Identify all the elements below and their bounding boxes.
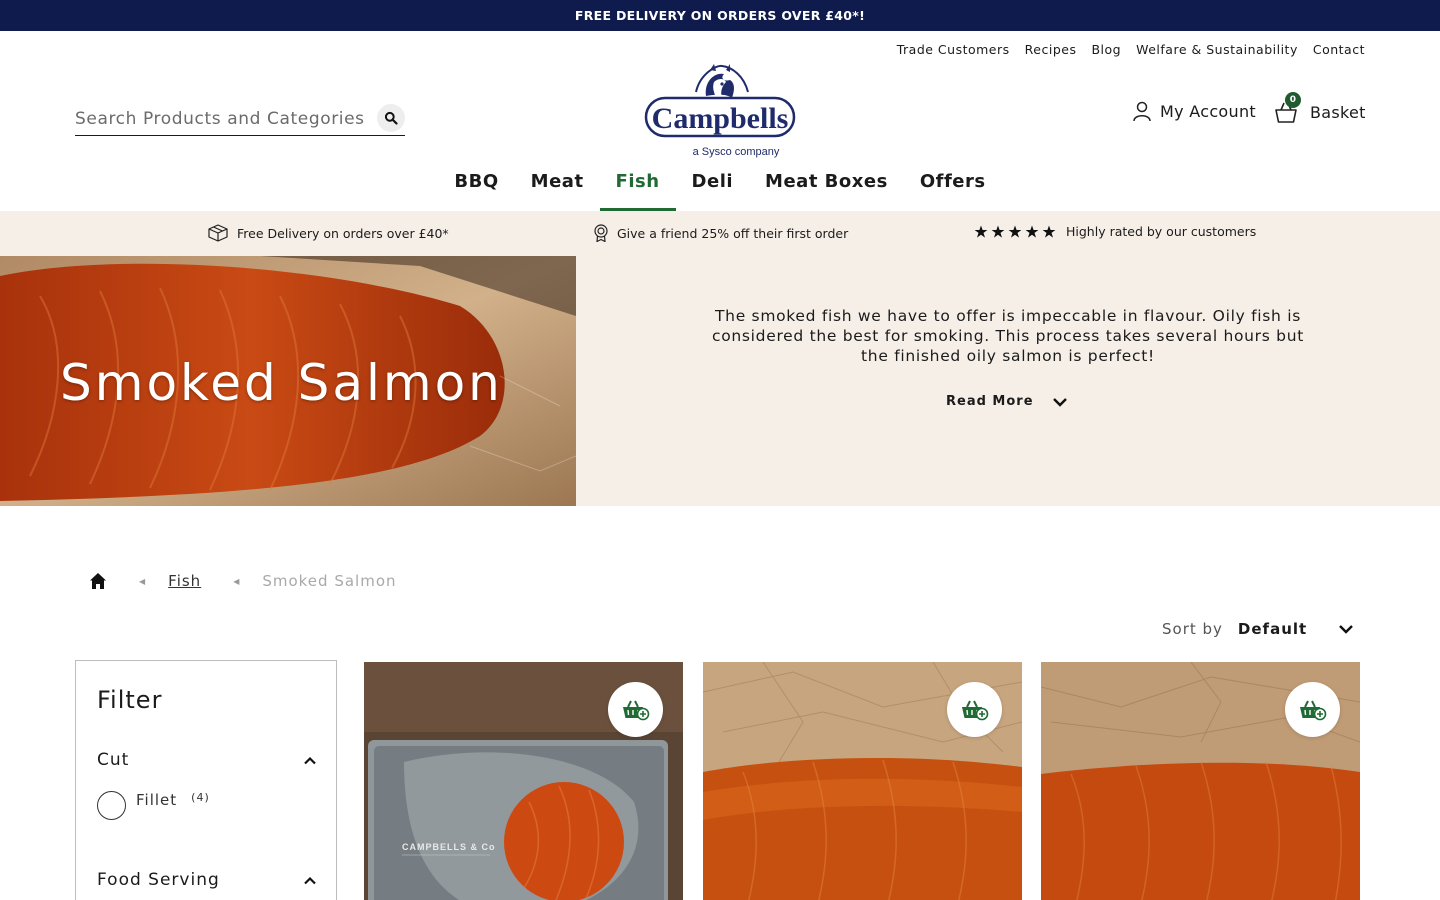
- chevron-up-icon: [304, 756, 316, 764]
- breadcrumb-link-fish[interactable]: Fish: [168, 572, 201, 590]
- chevron-up-icon: [304, 876, 316, 884]
- breadcrumb: ◀ Fish ◀ Smoked Salmon: [89, 572, 397, 590]
- award-icon: [594, 224, 608, 242]
- box-icon: [208, 224, 228, 242]
- filter-option-fillet[interactable]: Fillet (4): [97, 791, 210, 820]
- utility-nav: Trade Customers Recipes Blog Welfare & S…: [897, 42, 1365, 57]
- search-bar: [75, 102, 405, 136]
- logo-wordmark: Campbells: [652, 102, 789, 135]
- util-link-contact[interactable]: Contact: [1313, 42, 1365, 57]
- util-link-welfare[interactable]: Welfare & Sustainability: [1136, 42, 1298, 57]
- read-more-label: Read More: [946, 394, 1034, 409]
- category-hero: Smoked Salmon The smoked fish we have to…: [0, 256, 1440, 506]
- usp-refer: Give a friend 25% off their first order: [593, 224, 848, 242]
- nav-meat[interactable]: Meat: [515, 168, 600, 210]
- announcement-text: FREE DELIVERY ON ORDERS OVER £40*!: [574, 8, 866, 23]
- filter-title: Filter: [97, 686, 163, 714]
- nav-offers[interactable]: Offers: [904, 168, 1002, 210]
- util-link-trade-customers[interactable]: Trade Customers: [897, 42, 1010, 57]
- filter-group-label: Food Serving: [97, 870, 220, 890]
- add-to-basket-button[interactable]: [1285, 682, 1340, 737]
- filter-option-label: Fillet: [136, 791, 178, 809]
- hero-description: The smoked fish we have to offer is impe…: [711, 307, 1305, 365]
- basket-add-icon: [622, 700, 649, 720]
- product-card[interactable]: [703, 662, 1022, 900]
- product-card[interactable]: [1041, 662, 1360, 900]
- usp-rating-text: Highly rated by our customers: [1066, 224, 1257, 239]
- nav-deli[interactable]: Deli: [676, 168, 750, 210]
- read-more-button[interactable]: Read More: [946, 394, 1068, 409]
- search-button[interactable]: [377, 104, 405, 132]
- basket-count-badge: 0: [1285, 92, 1301, 108]
- search-input[interactable]: [75, 108, 365, 129]
- five-stars-icon: [974, 225, 1056, 238]
- sort-label: Sort by: [1162, 620, 1223, 638]
- breadcrumb-current: Smoked Salmon: [262, 572, 397, 590]
- basket-link[interactable]: 0 Basket: [1274, 92, 1366, 123]
- filter-group-cut[interactable]: Cut: [97, 750, 317, 770]
- nav-bbq[interactable]: BBQ: [438, 168, 514, 210]
- filter-radio[interactable]: [97, 791, 126, 820]
- filter-panel: Filter Cut Fillet (4) Food Serving: [75, 660, 337, 900]
- main-nav: BBQ Meat Fish Deli Meat Boxes Offers: [0, 168, 1440, 211]
- logo-tagline: a Sysco company: [693, 146, 780, 158]
- chevron-down-icon: [1052, 397, 1067, 407]
- home-icon[interactable]: [89, 572, 107, 590]
- announcement-bar: FREE DELIVERY ON ORDERS OVER £40*!: [0, 0, 1440, 31]
- hero-image-smoked-salmon: Smoked Salmon: [0, 256, 576, 506]
- add-to-basket-button[interactable]: [608, 682, 663, 737]
- usp-refer-text: Give a friend 25% off their first order: [617, 225, 849, 241]
- package-brand-text: CAMPBELLS & Co: [402, 842, 496, 852]
- basket-add-icon: [961, 700, 988, 720]
- user-icon: [1133, 101, 1151, 121]
- usp-delivery-text: Free Delivery on orders over £40*: [237, 225, 449, 241]
- usp-rating: Highly rated by our customers: [974, 224, 1256, 239]
- sort-control: Sort by Default: [1162, 620, 1354, 638]
- nav-meat-boxes[interactable]: Meat Boxes: [749, 168, 904, 210]
- product-card[interactable]: CAMPBELLS & Co: [364, 662, 683, 900]
- my-account-label: My Account: [1160, 101, 1256, 121]
- filter-option-count: (4): [191, 791, 210, 804]
- search-icon: [384, 111, 398, 125]
- breadcrumb-separator-icon: ◀: [139, 576, 147, 586]
- basket-add-icon: [1299, 700, 1326, 720]
- usp-delivery: Free Delivery on orders over £40*: [207, 224, 449, 242]
- nav-fish[interactable]: Fish: [599, 168, 676, 211]
- hero-title: Smoked Salmon: [60, 354, 503, 412]
- breadcrumb-separator-icon: ◀: [233, 576, 241, 586]
- usp-bar: Free Delivery on orders over £40* Give a…: [0, 211, 1440, 256]
- util-link-recipes[interactable]: Recipes: [1025, 42, 1077, 57]
- basket-label: Basket: [1310, 102, 1366, 122]
- add-to-basket-button[interactable]: [947, 682, 1002, 737]
- chevron-down-icon[interactable]: [1338, 624, 1354, 634]
- my-account-link[interactable]: My Account: [1132, 101, 1256, 121]
- filter-group-label: Cut: [97, 750, 130, 770]
- util-link-blog[interactable]: Blog: [1091, 42, 1121, 57]
- sort-select[interactable]: Default: [1238, 620, 1338, 638]
- campbells-logo[interactable]: Campbells a Sysco company: [644, 62, 796, 160]
- filter-group-food-serving[interactable]: Food Serving: [97, 870, 317, 890]
